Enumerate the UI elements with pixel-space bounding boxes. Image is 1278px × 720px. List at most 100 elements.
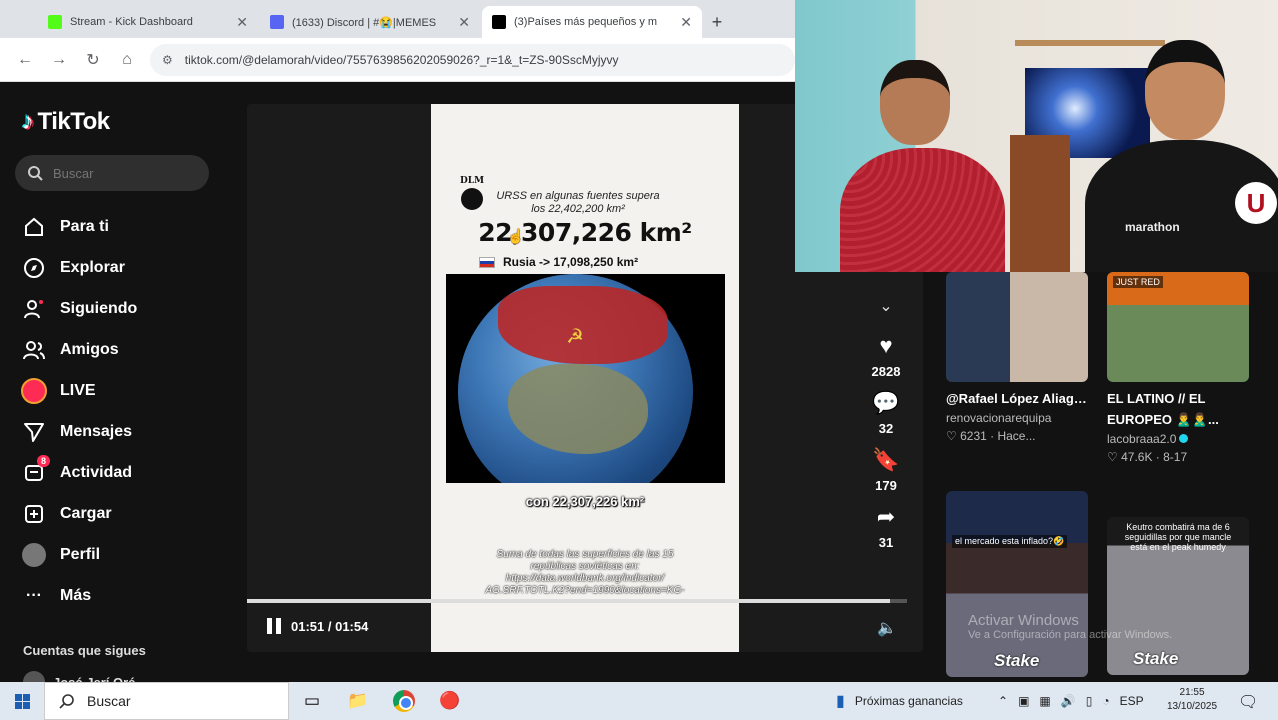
suggested-card[interactable]: @Rafael López Aliaga @Alejandro... renov… <box>946 272 1088 443</box>
sidebar-item-explorar[interactable]: Explorar <box>20 247 137 288</box>
tab-tiktok[interactable]: (3)Países más pequeños y m ✕ <box>482 6 702 38</box>
network-icon[interactable]: ▦ <box>1039 694 1050 708</box>
file-explorer-icon[interactable]: 📁 <box>335 691 381 711</box>
landmass <box>508 364 648 454</box>
suggested-card[interactable]: JUST RED EL LATINO // EL EUROPEO 🙎‍♂️🙎‍♂… <box>1107 272 1249 464</box>
chevron-down-icon[interactable]: ⌄ <box>862 296 910 316</box>
volume-icon[interactable]: 🔈 <box>877 618 897 638</box>
sidebar-item-label: Amigos <box>60 340 119 358</box>
like-button[interactable]: ♥ 2828 <box>862 332 910 379</box>
video-progress-fill <box>247 599 890 603</box>
sidebar-item-cargar[interactable]: Cargar <box>20 493 137 534</box>
dlm-logo-head-icon <box>461 188 483 210</box>
suggested-date: Hace... <box>997 429 1036 443</box>
sidebar-item-label: LIVE <box>60 381 96 399</box>
video-thumbnail[interactable]: Keutro combatirá ma de 6 seguidillas por… <box>1107 517 1249 675</box>
sidebar-item-amigos[interactable]: Amigos <box>20 329 137 370</box>
sidebar-item-live[interactable]: LIVE <box>20 370 137 411</box>
address-bar: ← → ↻ ⌂ ⚙ tiktok.com/@delamorah/video/75… <box>0 38 795 82</box>
stake-logo: Stake <box>994 651 1040 670</box>
site-settings-icon[interactable]: ⚙ <box>162 53 173 67</box>
sidebar-item-label: Explorar <box>60 258 125 276</box>
video-caption-top: URSS en algunas fuentes supera los 22,40… <box>496 190 660 215</box>
mouse-cursor-icon: ☝ <box>507 228 525 244</box>
taskbar-search[interactable]: Buscar <box>44 682 289 720</box>
notifications-icon[interactable]: 🗨 <box>1238 692 1258 712</box>
close-tab-icon[interactable]: ✕ <box>680 14 692 31</box>
tab-discord[interactable]: (1633) Discord | #😭|MEMES ✕ <box>260 6 480 38</box>
task-view-icon[interactable]: ▭ <box>289 691 335 711</box>
following-title: Cuentas que sigues <box>23 643 146 658</box>
suggested-stats: ♡ 6231 · Hace... <box>946 429 1036 443</box>
thumbnail-text: JUST RED <box>1113 276 1163 288</box>
search-box[interactable] <box>15 155 209 191</box>
taskbar-clock[interactable]: 21:55 13/10/2025 <box>1167 686 1217 714</box>
video-thumbnail[interactable]: JUST RED <box>1107 272 1249 382</box>
hammer-sickle-icon: ☭ <box>566 326 584 348</box>
thumbnail-text: Keutro combatirá ma de 6 seguidillas por… <box>1124 522 1232 552</box>
video-thumbnail[interactable] <box>946 272 1088 382</box>
chevron-up-icon[interactable]: ⌃ <box>998 694 1008 708</box>
sidebar-item-siguiendo[interactable]: Siguiendo <box>20 288 137 329</box>
upload-icon <box>20 500 48 528</box>
dlm-logo-text: DLM <box>459 176 485 186</box>
suggested-card[interactable]: Keutro combatirá ma de 6 seguidillas por… <box>1107 517 1249 675</box>
video-progress-bar[interactable] <box>247 599 907 603</box>
tiktok-logo[interactable]: ♪ TikTok <box>22 108 110 136</box>
share-button[interactable]: ➦ 31 <box>862 503 910 550</box>
profile-icon <box>20 541 48 569</box>
volume-icon[interactable]: 🔊 <box>1061 694 1076 708</box>
sidebar-item-perfil[interactable]: Perfil <box>20 534 137 575</box>
language-indicator[interactable]: ESP <box>1120 694 1144 708</box>
back-icon[interactable]: ← <box>8 51 42 69</box>
weather-widget[interactable]: ▮ Próximas ganancias <box>836 682 963 720</box>
url-text: tiktok.com/@delamorah/video/755763985620… <box>184 52 619 67</box>
chrome-icon[interactable] <box>381 690 427 712</box>
sidebar-item-para-ti[interactable]: Para ti <box>20 206 137 247</box>
home-icon[interactable]: ⌂ <box>110 51 144 69</box>
verified-icon <box>1179 434 1189 443</box>
wifi-icon[interactable]: ◔ <box>1102 694 1109 708</box>
camera-icon[interactable]: ▣ <box>1018 694 1029 708</box>
sidebar-item-mas[interactable]: ··· Más <box>20 575 137 616</box>
video-thumbnail[interactable]: el mercado esta inflado?🤣 Stake <box>946 491 1088 677</box>
battery-icon[interactable]: ▯ <box>1086 694 1093 708</box>
sidebar-item-label: Cargar <box>60 504 112 522</box>
comment-button[interactable]: 💬 32 <box>862 389 910 436</box>
save-button[interactable]: 🔖 179 <box>862 446 910 493</box>
friends-icon <box>20 336 48 364</box>
suggested-card[interactable]: el mercado esta inflado?🤣 Stake <box>946 491 1088 677</box>
close-tab-icon[interactable]: ✕ <box>458 14 470 31</box>
stocks-icon: ▮ <box>836 693 845 710</box>
suggested-likes: 6231 <box>960 429 987 443</box>
sidebar-nav: Para ti Explorar Siguiendo Amigos LIVE M… <box>20 206 137 616</box>
suggested-likes: 47.6K <box>1121 450 1153 464</box>
watermark-line1: Activar Windows <box>968 612 1079 629</box>
search-input[interactable] <box>53 165 193 181</box>
comment-icon: 💬 <box>872 390 900 415</box>
reload-icon[interactable]: ↻ <box>76 50 110 70</box>
suggested-account-row[interactable]: lacobraaa2.0 <box>1107 432 1249 446</box>
suggested-account[interactable]: renovacionarequipa <box>946 411 1088 425</box>
sidebar-item-label: Siguiendo <box>60 299 138 317</box>
following-icon <box>20 295 48 323</box>
tab-title: (1633) Discord | #😭|MEMES <box>292 16 437 29</box>
tab-kick[interactable]: Stream - Kick Dashboard ✕ <box>38 6 258 38</box>
activity-icon: 8 <box>20 454 50 487</box>
pause-icon[interactable] <box>267 618 281 634</box>
sidebar-item-actividad[interactable]: 8 Actividad <box>20 452 137 493</box>
suggested-account: lacobraaa2.0 <box>1107 432 1177 446</box>
url-field[interactable]: ⚙ tiktok.com/@delamorah/video/7557639856… <box>150 43 795 76</box>
close-tab-icon[interactable]: ✕ <box>236 14 248 31</box>
chair <box>1010 135 1070 272</box>
sidebar-item-label: Perfil <box>60 545 101 563</box>
new-tab-button[interactable]: + <box>704 6 730 38</box>
windows-start-icon[interactable] <box>0 693 44 709</box>
forward-icon[interactable]: → <box>42 51 76 69</box>
sidebar-item-label: Mensajes <box>60 422 133 440</box>
logo-text: TikTok <box>37 108 111 135</box>
comment-count: 32 <box>878 421 894 436</box>
app-icon[interactable]: 🔴 <box>427 691 473 711</box>
weather-text: Próximas ganancias <box>854 694 963 708</box>
sidebar-item-mensajes[interactable]: Mensajes <box>20 411 137 452</box>
